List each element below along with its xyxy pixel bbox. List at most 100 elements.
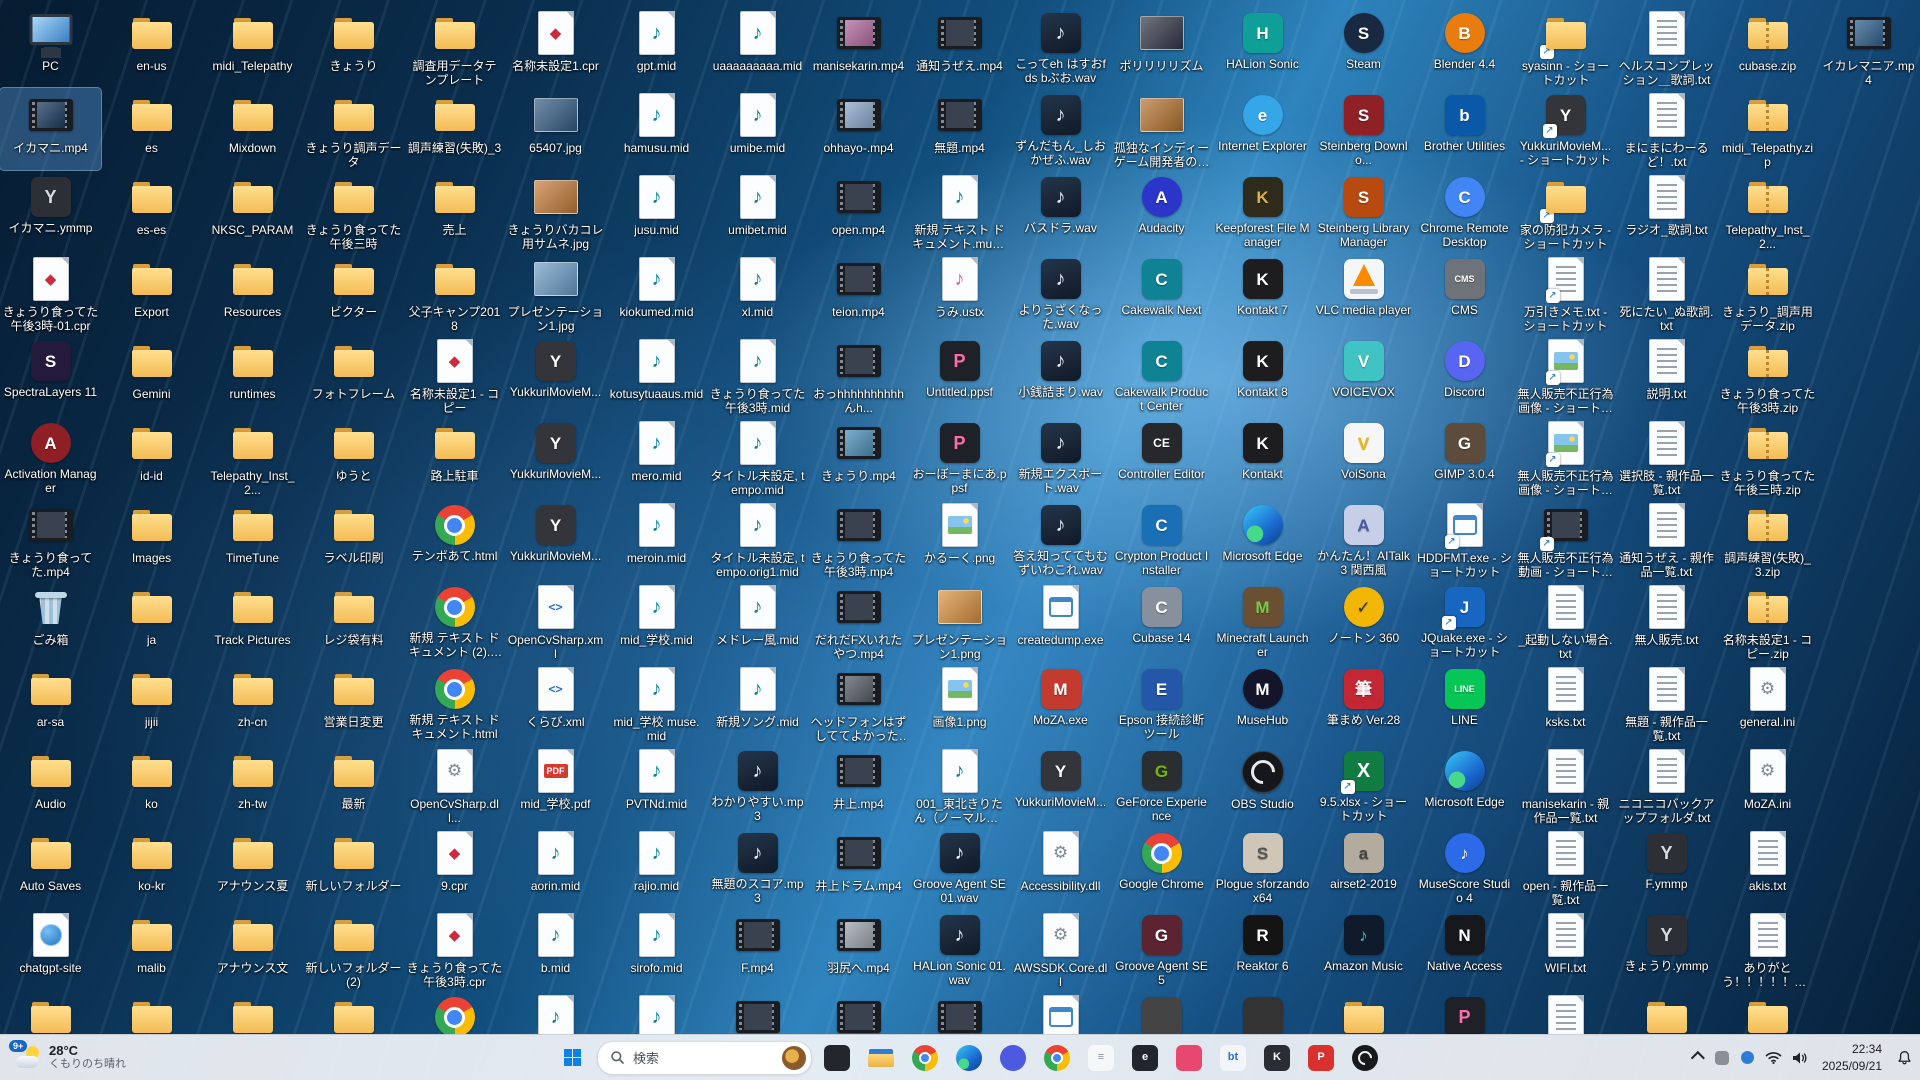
- desktop-icon[interactable]: 65407.jpg: [505, 88, 606, 170]
- wifi-button[interactable]: [1762, 1038, 1786, 1078]
- desktop-icon[interactable]: [1515, 990, 1616, 1035]
- desktop-icon[interactable]: DDiscord: [1414, 334, 1515, 416]
- desktop-icon[interactable]: 答え知っててもむずいわこれ.wav: [1010, 498, 1111, 580]
- desktop-icon[interactable]: es: [101, 88, 202, 170]
- desktop-icon[interactable]: CChrome Remote Desktop: [1414, 170, 1515, 252]
- pinned-app-pink[interactable]: [1169, 1038, 1209, 1078]
- desktop-icon[interactable]: BBlender 4.4: [1414, 6, 1515, 88]
- pinned-app-bt[interactable]: bt: [1213, 1038, 1253, 1078]
- desktop-icon[interactable]: meroin.mid: [606, 498, 707, 580]
- desktop-icon[interactable]: LINELINE: [1414, 662, 1515, 744]
- desktop-icon[interactable]: eInternet Explorer: [1212, 88, 1313, 170]
- desktop-icon[interactable]: メドレー風.mid: [707, 580, 808, 662]
- desktop-icon[interactable]: ↗HDDFMT.exe - ショートカット: [1414, 498, 1515, 580]
- desktop-icon[interactable]: イカレマニア.mp4: [1818, 6, 1919, 88]
- desktop-icon[interactable]: YYukkuriMovieM...: [1010, 744, 1111, 826]
- desktop-icon[interactable]: 新しいフォルダー (2): [303, 908, 404, 990]
- desktop-icon[interactable]: プレゼンテーション1.jpg: [505, 252, 606, 334]
- pinned-app-blue[interactable]: [993, 1038, 1033, 1078]
- desktop-icon[interactable]: 無題のスコア.mp3: [707, 826, 808, 908]
- desktop-icon[interactable]: midi_Telepathy: [202, 6, 303, 88]
- desktop-icon[interactable]: [505, 990, 606, 1035]
- desktop-icon[interactable]: イカマニ.ymmp: [0, 170, 101, 252]
- desktop-icon[interactable]: うみ.ustx: [909, 252, 1010, 334]
- desktop-icon[interactable]: MMuseHub: [1212, 662, 1313, 744]
- desktop-icon[interactable]: ↗万引きメモ.txt - ショートカット: [1515, 252, 1616, 334]
- desktop-icon[interactable]: MoZA.ini: [1717, 744, 1818, 826]
- microsoft-edge[interactable]: [949, 1038, 989, 1078]
- desktop-icon[interactable]: 新規 テキスト ドキュメント (2).html: [404, 580, 505, 662]
- pinned-app-k[interactable]: K: [1257, 1038, 1297, 1078]
- desktop-icon[interactable]: 名称未設定1.cpr: [505, 6, 606, 88]
- pinned-app-p[interactable]: P: [1301, 1038, 1341, 1078]
- desktop-icon[interactable]: ラジオ_歌詞.txt: [1616, 170, 1717, 252]
- desktop-icon[interactable]: ヘッドフォンはずしててよかった.mp4: [808, 662, 909, 744]
- desktop-icon[interactable]: 羽尻へ.mp4: [808, 908, 909, 990]
- hidden-icons-chevron[interactable]: [1682, 1038, 1708, 1078]
- desktop-icon[interactable]: hamusu.mid: [606, 88, 707, 170]
- desktop-icon[interactable]: SSteinberg Downlo...: [1313, 88, 1414, 170]
- desktop-icon[interactable]: ニコニコバックアップフォルダ.txt: [1616, 744, 1717, 826]
- desktop-icon[interactable]: mid_学校.pdf: [505, 744, 606, 826]
- desktop-icon[interactable]: HHALion Sonic: [1212, 6, 1313, 88]
- desktop-icon[interactable]: タイトル未設定, tempo.orig1.mid: [707, 498, 808, 580]
- desktop-icon[interactable]: ポリリリリズム: [1111, 6, 1212, 88]
- google-chrome[interactable]: [905, 1038, 945, 1078]
- desktop-icon[interactable]: ずんだもん_しおかぜふ.wav: [1010, 88, 1111, 170]
- desktop-icon[interactable]: umibe.mid: [707, 88, 808, 170]
- desktop-icon[interactable]: [1616, 990, 1717, 1035]
- desktop-icon[interactable]: タイトル未設定, tempo.mid: [707, 416, 808, 498]
- desktop-icon[interactable]: CMSCMS: [1414, 252, 1515, 334]
- desktop-icon[interactable]: VVoiSona: [1313, 416, 1414, 498]
- desktop-icon[interactable]: cubase.zip: [1717, 6, 1818, 88]
- desktop-icon[interactable]: GGroove Agent SE 5: [1111, 908, 1212, 990]
- desktop-icon[interactable]: chatgpt-site: [0, 908, 101, 990]
- desktop-icon[interactable]: AActivation Manager: [0, 416, 101, 498]
- desktop-icon[interactable]: WIFI.txt: [1515, 908, 1616, 990]
- desktop-icon[interactable]: zh-tw: [202, 744, 303, 826]
- desktop-icon[interactable]: [1717, 990, 1818, 1035]
- desktop-icon[interactable]: アナウンス文: [202, 908, 303, 990]
- desktop-icon[interactable]: KKontakt: [1212, 416, 1313, 498]
- desktop-icon[interactable]: [1212, 990, 1313, 1035]
- desktop-icon[interactable]: RReaktor 6: [1212, 908, 1313, 990]
- desktop-icon[interactable]: きょうり食ってた午後三時: [303, 170, 404, 252]
- desktop-icon[interactable]: ↗無人販売不正行為画像 - ショートカット: [1515, 416, 1616, 498]
- file-explorer[interactable]: [861, 1038, 901, 1078]
- desktop-icon[interactable]: きょうり調声データ: [303, 88, 404, 170]
- desktop-icon[interactable]: きょうり_調声用データ.zip: [1717, 252, 1818, 334]
- desktop-icon[interactable]: [808, 990, 909, 1035]
- desktop-icon[interactable]: Accessibility.dll: [1010, 826, 1111, 908]
- desktop-icon[interactable]: 路上駐車: [404, 416, 505, 498]
- desktop-icon[interactable]: id-id: [101, 416, 202, 498]
- desktop-icon[interactable]: KKontakt 8: [1212, 334, 1313, 416]
- desktop-icon[interactable]: ありがとう！！！！！！.txt: [1717, 908, 1818, 990]
- desktop-icon[interactable]: Telepathy_Inst_2...: [202, 416, 303, 498]
- desktop-icon[interactable]: CCakewalk Next: [1111, 252, 1212, 334]
- desktop-icon[interactable]: 無題 - 親作品一覧.txt: [1616, 662, 1717, 744]
- desktop-icon[interactable]: Groove Agent SE 01.wav: [909, 826, 1010, 908]
- desktop-icon[interactable]: SSteinberg Library Manager: [1313, 170, 1414, 252]
- desktop-icon[interactable]: SSpectraLayers 11: [0, 334, 101, 416]
- desktop-icon[interactable]: ゆうと: [303, 416, 404, 498]
- desktop-icon[interactable]: zh-cn: [202, 662, 303, 744]
- desktop-icon[interactable]: ↗無人販売不正行為動画 - ショートカット: [1515, 498, 1616, 580]
- desktop-icon[interactable]: 新規 テキスト ドキュメント.musicxml: [909, 170, 1010, 252]
- desktop-icon[interactable]: EEpson 接続診断ツール: [1111, 662, 1212, 744]
- desktop-icon[interactable]: Auto Saves: [0, 826, 101, 908]
- pinned-browser[interactable]: [1037, 1038, 1077, 1078]
- desktop-icon[interactable]: 父子キャンプ2018: [404, 252, 505, 334]
- desktop-icon[interactable]: kotusytuaaus.mid: [606, 334, 707, 416]
- desktop-icon[interactable]: VVOICEVOX: [1313, 334, 1414, 416]
- desktop-icon[interactable]: きょうり食ってた.mp4: [0, 498, 101, 580]
- desktop-icon[interactable]: 営業日変更: [303, 662, 404, 744]
- desktop-icon[interactable]: AAudacity: [1111, 170, 1212, 252]
- desktop-icon[interactable]: きょうり食ってた午後3時.cpr: [404, 908, 505, 990]
- desktop-icon[interactable]: [101, 990, 202, 1035]
- desktop-icon[interactable]: sirofo.mid: [606, 908, 707, 990]
- desktop-icon[interactable]: Telepathy_Inst_2...: [1717, 170, 1818, 252]
- desktop-icon[interactable]: GGIMP 3.0.4: [1414, 416, 1515, 498]
- desktop-icon[interactable]: midi_Telepathy.zip: [1717, 88, 1818, 170]
- desktop-icon[interactable]: 調査用データテンプレート: [404, 6, 505, 88]
- desktop-icon[interactable]: general.ini: [1717, 662, 1818, 744]
